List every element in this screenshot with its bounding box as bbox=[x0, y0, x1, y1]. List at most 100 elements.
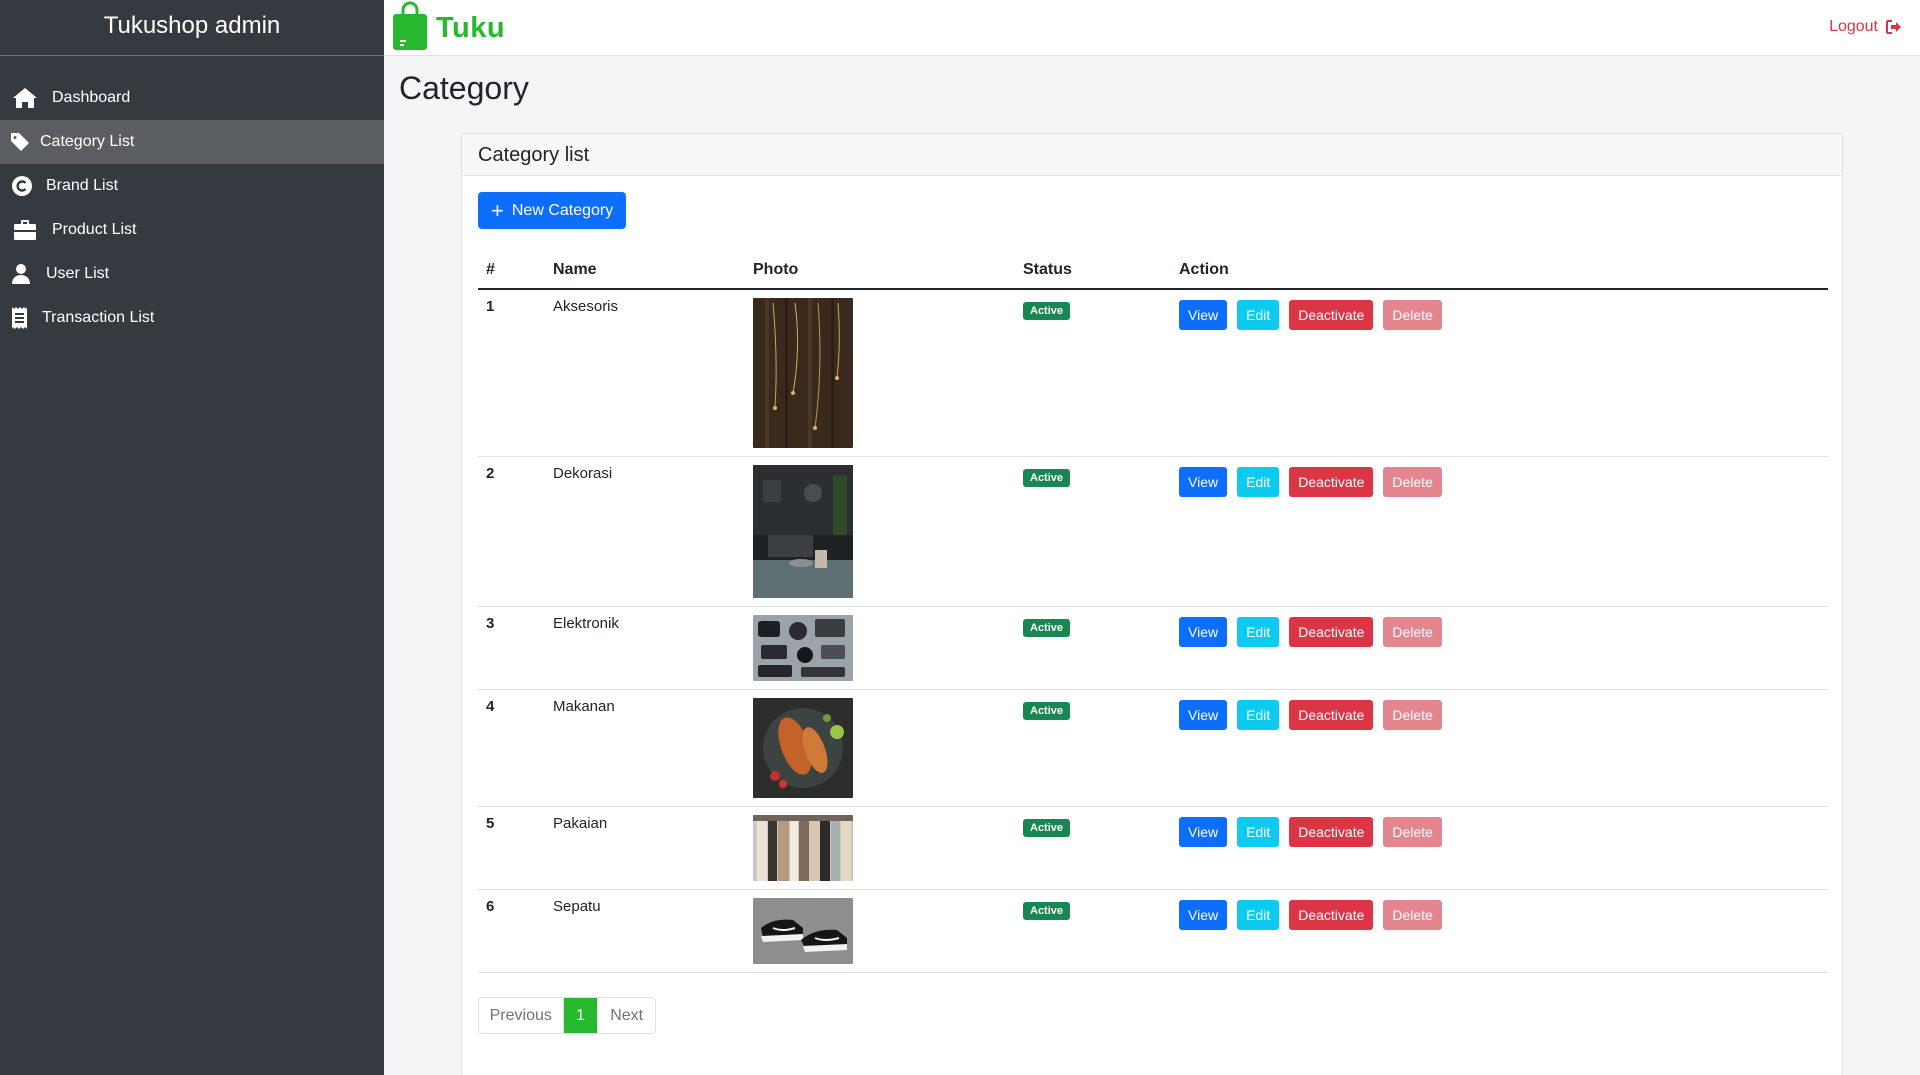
new-category-label: New Category bbox=[511, 201, 614, 219]
sidebar-item-product-list[interactable]: Product List bbox=[0, 208, 384, 252]
receipt-icon bbox=[10, 304, 28, 332]
row-number: 5 bbox=[478, 806, 545, 890]
home-icon bbox=[10, 84, 40, 112]
edit-button[interactable]: Edit bbox=[1237, 300, 1280, 330]
card-body: + New Category # Name Photo Status Actio… bbox=[462, 176, 1842, 1050]
status-badge: Active bbox=[1023, 619, 1071, 637]
row-actions: View Edit Deactivate Delete bbox=[1179, 817, 1820, 847]
copyright-icon bbox=[10, 172, 34, 200]
sidebar-item-label: Product List bbox=[52, 221, 137, 238]
view-button[interactable]: View bbox=[1179, 900, 1228, 930]
status-badge: Active bbox=[1023, 902, 1071, 920]
table-row: 5 Pakaian Active View Edit Deactivate De… bbox=[478, 806, 1828, 890]
deactivate-button[interactable]: Deactivate bbox=[1289, 617, 1374, 647]
topbar: Tuku Logout bbox=[384, 0, 1920, 56]
table-header-row: # Name Photo Status Action bbox=[478, 253, 1828, 290]
deactivate-button[interactable]: Deactivate bbox=[1289, 900, 1374, 930]
pagination-previous[interactable]: Previous bbox=[479, 998, 564, 1033]
plus-icon: + bbox=[491, 197, 504, 223]
sidebar-item-label: Transaction List bbox=[42, 309, 155, 326]
sidebar-item-label: User List bbox=[46, 265, 110, 282]
edit-button[interactable]: Edit bbox=[1237, 700, 1280, 730]
sidebar-menu: Dashboard Category List Brand List Produ… bbox=[0, 76, 384, 340]
pagination-next[interactable]: Next bbox=[597, 998, 655, 1033]
delete-button[interactable]: Delete bbox=[1383, 900, 1442, 930]
delete-button[interactable]: Delete bbox=[1383, 300, 1442, 330]
shoes-photo bbox=[753, 898, 853, 964]
deactivate-button[interactable]: Deactivate bbox=[1289, 300, 1374, 330]
row-name: Dekorasi bbox=[545, 456, 745, 607]
delete-button[interactable]: Delete bbox=[1383, 467, 1442, 497]
deactivate-button[interactable]: Deactivate bbox=[1289, 817, 1374, 847]
row-actions: View Edit Deactivate Delete bbox=[1179, 617, 1820, 647]
sidebar-item-label: Brand List bbox=[46, 177, 119, 194]
food-photo bbox=[753, 698, 853, 798]
view-button[interactable]: View bbox=[1179, 817, 1228, 847]
sidebar-item-label: Dashboard bbox=[52, 89, 131, 106]
row-number: 6 bbox=[478, 889, 545, 973]
row-actions: View Edit Deactivate Delete bbox=[1179, 467, 1820, 497]
sidebar-item-transaction-list[interactable]: Transaction List bbox=[0, 296, 384, 340]
sidebar-item-brand-list[interactable]: Brand List bbox=[0, 164, 384, 208]
edit-button[interactable]: Edit bbox=[1237, 617, 1280, 647]
column-header-name: Name bbox=[545, 253, 745, 290]
column-header-action: Action bbox=[1171, 253, 1828, 290]
row-actions: View Edit Deactivate Delete bbox=[1179, 300, 1820, 330]
view-button[interactable]: View bbox=[1179, 617, 1228, 647]
sign-out-icon bbox=[1886, 20, 1902, 34]
living-room-photo bbox=[753, 465, 853, 598]
row-name: Sepatu bbox=[545, 889, 745, 973]
deactivate-button[interactable]: Deactivate bbox=[1289, 467, 1374, 497]
pagination: Previous 1 Next bbox=[478, 997, 656, 1034]
column-header-photo: Photo bbox=[745, 253, 1015, 290]
edit-button[interactable]: Edit bbox=[1237, 900, 1280, 930]
card-header: Category list bbox=[462, 134, 1842, 176]
sidebar-item-label: Category List bbox=[40, 133, 135, 150]
sidebar-item-dashboard[interactable]: Dashboard bbox=[0, 76, 384, 120]
row-number: 1 bbox=[478, 289, 545, 457]
delete-button[interactable]: Delete bbox=[1383, 817, 1442, 847]
shopping-bag-icon bbox=[392, 1, 428, 56]
view-button[interactable]: View bbox=[1179, 700, 1228, 730]
view-button[interactable]: View bbox=[1179, 467, 1228, 497]
row-number: 4 bbox=[478, 689, 545, 807]
logo[interactable]: Tuku bbox=[392, 1, 505, 56]
jewelry-photo bbox=[753, 298, 853, 448]
sidebar-brand: Tukushop admin bbox=[0, 0, 384, 56]
row-number: 2 bbox=[478, 456, 545, 607]
edit-button[interactable]: Edit bbox=[1237, 467, 1280, 497]
page-title: Category bbox=[399, 70, 529, 106]
column-header-status: Status bbox=[1015, 253, 1171, 290]
table-row: 6 Sepatu Active View Edit Deactivate Del… bbox=[478, 889, 1828, 973]
briefcase-icon bbox=[10, 216, 40, 244]
view-button[interactable]: View bbox=[1179, 300, 1228, 330]
sidebar-item-category-list[interactable]: Category List bbox=[0, 120, 384, 164]
row-number: 3 bbox=[478, 606, 545, 690]
table-row: 4 Makanan Active View Edit Deactivate De… bbox=[478, 689, 1828, 807]
row-name: Aksesoris bbox=[545, 289, 745, 457]
tag-icon bbox=[10, 128, 30, 156]
row-name: Makanan bbox=[545, 689, 745, 807]
category-card: Category list + New Category # Name Phot… bbox=[461, 133, 1843, 1075]
row-name: Pakaian bbox=[545, 806, 745, 890]
electronics-photo bbox=[753, 615, 853, 681]
table-row: 3 Elektronik Active View Edit Deactivate… bbox=[478, 606, 1828, 690]
deactivate-button[interactable]: Deactivate bbox=[1289, 700, 1374, 730]
row-actions: View Edit Deactivate Delete bbox=[1179, 900, 1820, 930]
delete-button[interactable]: Delete bbox=[1383, 617, 1442, 647]
new-category-button[interactable]: + New Category bbox=[478, 192, 627, 229]
status-badge: Active bbox=[1023, 469, 1071, 487]
clothes-photo bbox=[753, 815, 853, 881]
delete-button[interactable]: Delete bbox=[1383, 700, 1442, 730]
logout-link[interactable]: Logout bbox=[1829, 18, 1902, 36]
sidebar-item-user-list[interactable]: User List bbox=[0, 252, 384, 296]
category-table: # Name Photo Status Action 1 Aksesoris A… bbox=[478, 253, 1828, 973]
edit-button[interactable]: Edit bbox=[1237, 817, 1280, 847]
user-icon bbox=[10, 260, 32, 288]
table-row: 2 Dekorasi Active View Edit Deactivate D… bbox=[478, 456, 1828, 607]
row-name: Elektronik bbox=[545, 606, 745, 690]
pagination-page-1[interactable]: 1 bbox=[563, 998, 598, 1033]
status-badge: Active bbox=[1023, 819, 1071, 837]
status-badge: Active bbox=[1023, 302, 1071, 320]
status-badge: Active bbox=[1023, 702, 1071, 720]
